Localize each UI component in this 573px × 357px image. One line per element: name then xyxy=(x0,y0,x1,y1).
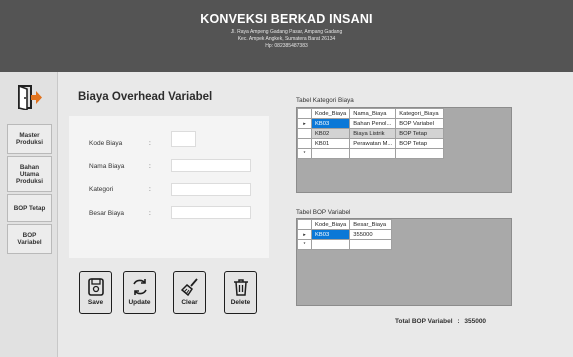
broom-icon xyxy=(180,278,198,296)
table-cell[interactable]: KB02 xyxy=(310,128,351,139)
besar-biaya-input[interactable] xyxy=(171,206,251,219)
table-cell[interactable]: BOP Tetap xyxy=(395,138,445,149)
phone-line: Hp: 082385487383 xyxy=(265,43,308,49)
kategori-table[interactable]: Kode_Biaya Nama_Biaya Kategori_Biaya ▸ K… xyxy=(296,107,512,193)
kode-biaya-label: Kode Biaya xyxy=(89,140,123,147)
current-row-marker: ▸ xyxy=(297,118,312,129)
save-label: Save xyxy=(87,299,104,306)
address-line-2: Kec. Ampek Angkek, Sumatera Barat 26134 xyxy=(237,36,336,42)
row-header xyxy=(297,219,312,230)
kategori-input[interactable] xyxy=(171,183,251,196)
sidebar-item-bop-tetap[interactable]: BOP Tetap xyxy=(7,194,52,222)
table-row[interactable]: ▸ KB03 Bahan Penol... BOP Variabel xyxy=(297,118,445,129)
save-icon xyxy=(87,278,104,296)
exit-door-icon[interactable] xyxy=(16,84,42,112)
kode-biaya-input[interactable] xyxy=(171,131,196,147)
table-row[interactable]: ▸ KB03 355000 xyxy=(297,229,393,240)
new-row-marker: * xyxy=(297,148,312,159)
app-header: KONVEKSI BERKAD INSANI Jl. Raya Ampeng G… xyxy=(0,0,573,72)
table-cell[interactable]: KB03 xyxy=(310,118,351,129)
clear-button[interactable]: Clear xyxy=(173,271,206,314)
table-cell[interactable] xyxy=(310,148,351,159)
table-cell[interactable]: Perawatan M... xyxy=(349,138,397,149)
table-cell[interactable] xyxy=(349,239,393,250)
nama-biaya-label: Nama Biaya xyxy=(89,163,125,170)
delete-button[interactable]: Delete xyxy=(224,271,257,314)
row-header xyxy=(297,108,312,119)
total-label: Total BOP Variabel xyxy=(395,318,453,325)
column-header[interactable]: Kategori_Biaya xyxy=(395,108,445,119)
column-header[interactable]: Kode_Biaya xyxy=(310,219,351,230)
row-header xyxy=(297,138,312,149)
bop-table-caption: Tabel BOP Variabel xyxy=(296,209,351,216)
table-cell[interactable] xyxy=(349,148,397,159)
table-cell[interactable]: KB03 xyxy=(310,229,351,240)
new-row-marker: * xyxy=(297,239,312,250)
kategori-table-caption: Tabel Kategori Biaya xyxy=(296,97,354,104)
table-cell[interactable]: Bahan Penol... xyxy=(349,118,397,129)
colon: : xyxy=(457,318,460,325)
new-row[interactable]: * xyxy=(297,148,445,159)
address-line-1: Jl. Raya Ampeng Gadang Pasar, Ampang Gad… xyxy=(230,29,343,35)
refresh-icon xyxy=(132,279,147,295)
table-cell[interactable]: KB01 xyxy=(310,138,351,149)
colon: : xyxy=(149,186,151,193)
page-title: Biaya Overhead Variabel xyxy=(78,91,213,103)
save-button[interactable]: Save xyxy=(79,271,112,314)
sidebar-item-bahan-utama-produksi[interactable]: Bahan Utama Produksi xyxy=(7,156,52,192)
table-row[interactable]: KB02 Biaya Listrik BOP Tetap xyxy=(297,128,445,139)
table-cell[interactable] xyxy=(395,148,445,159)
kategori-label: Kategori xyxy=(89,186,114,193)
delete-label: Delete xyxy=(230,299,251,306)
nama-biaya-input[interactable] xyxy=(171,159,251,172)
table-cell[interactable]: BOP Tetap xyxy=(395,128,445,139)
column-header[interactable]: Kode_Biaya xyxy=(310,108,351,119)
sidebar: Master Produksi Bahan Utama Produksi BOP… xyxy=(0,72,58,357)
colon: : xyxy=(149,140,151,147)
company-title: KONVEKSI BERKAD INSANI xyxy=(200,12,373,26)
new-row[interactable]: * xyxy=(297,239,393,250)
column-header[interactable]: Nama_Biaya xyxy=(349,108,397,119)
table-cell[interactable]: 355000 xyxy=(349,229,393,240)
current-row-marker: ▸ xyxy=(297,229,312,240)
column-header[interactable]: Besar_Biaya xyxy=(349,219,393,230)
row-header xyxy=(297,128,312,139)
sidebar-item-bop-variabel[interactable]: BOP Variabel xyxy=(7,224,52,254)
update-label: Update xyxy=(128,299,151,306)
total-bop-variabel: Total BOP Variabel : 355000 xyxy=(395,318,486,325)
sidebar-item-master-produksi[interactable]: Master Produksi xyxy=(7,124,52,154)
table-cell[interactable]: Biaya Listrik xyxy=(349,128,397,139)
colon: : xyxy=(149,210,151,217)
colon: : xyxy=(149,163,151,170)
table-row[interactable]: KB01 Perawatan M... BOP Tetap xyxy=(297,138,445,149)
bop-variabel-table[interactable]: Kode_Biaya Besar_Biaya ▸ KB03 355000 * xyxy=(296,218,512,306)
besar-biaya-label: Besar Biaya xyxy=(89,210,125,217)
update-button[interactable]: Update xyxy=(123,271,156,314)
table-cell[interactable] xyxy=(310,239,351,250)
total-value: 355000 xyxy=(464,318,487,325)
trash-icon xyxy=(233,279,248,296)
clear-label: Clear xyxy=(181,299,198,306)
table-cell[interactable]: BOP Variabel xyxy=(395,118,445,129)
